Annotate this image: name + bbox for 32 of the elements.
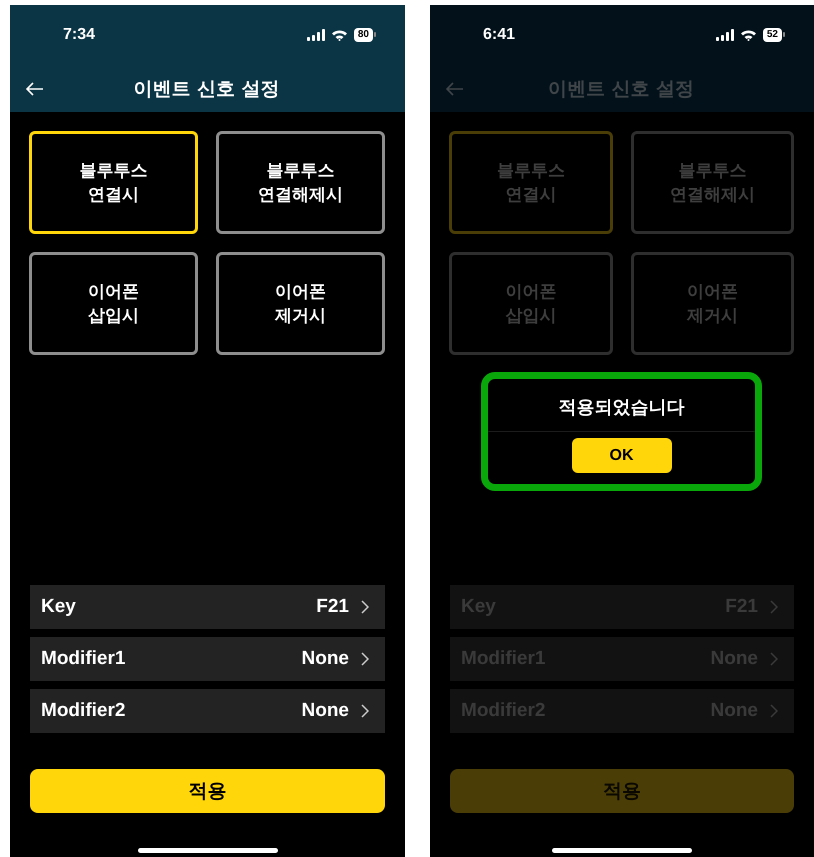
- setting-value: None: [302, 648, 349, 670]
- screen-title: 이벤트 신호 설정: [546, 76, 696, 102]
- status-time: 7:34: [63, 26, 96, 44]
- setting-label: Modifier1: [41, 648, 126, 670]
- battery-indicator: 80: [354, 28, 373, 42]
- dialog-message: 적용되었습니다: [558, 396, 684, 420]
- ok-button[interactable]: OK: [572, 438, 672, 473]
- setting-row[interactable]: Modifier1 None: [30, 637, 385, 681]
- event-option-button[interactable]: 이어폰 제거시: [216, 252, 385, 355]
- battery-indicator: 52: [762, 28, 782, 42]
- wifi-icon: [330, 29, 348, 41]
- chevron-right-icon: [361, 704, 369, 718]
- chevron-right-icon: [770, 704, 778, 718]
- event-option-button[interactable]: 블루투스 연결시: [29, 131, 198, 234]
- status-time: 6:41: [483, 26, 516, 44]
- screen-title: 이벤트 신호 설정: [132, 76, 281, 102]
- chevron-right-icon: [361, 600, 369, 614]
- wifi-icon: [740, 29, 757, 41]
- event-option-button[interactable]: 블루투스 연결해제시: [216, 131, 385, 234]
- setting-row[interactable]: Modifier2 None: [30, 689, 385, 733]
- setting-value: None: [302, 700, 349, 722]
- signal-icon: [716, 29, 734, 41]
- chevron-right-icon: [770, 600, 778, 614]
- setting-label: Modifier2: [41, 700, 126, 722]
- setting-label: Key: [41, 596, 77, 618]
- signal-icon: [306, 29, 325, 41]
- apply-button[interactable]: 적용: [30, 769, 385, 813]
- chevron-right-icon: [361, 652, 369, 666]
- event-option-button[interactable]: 이어폰 삽입시: [29, 252, 198, 355]
- chevron-right-icon: [770, 652, 778, 666]
- setting-row[interactable]: Key F21: [30, 585, 385, 629]
- setting-value: F21: [316, 596, 349, 618]
